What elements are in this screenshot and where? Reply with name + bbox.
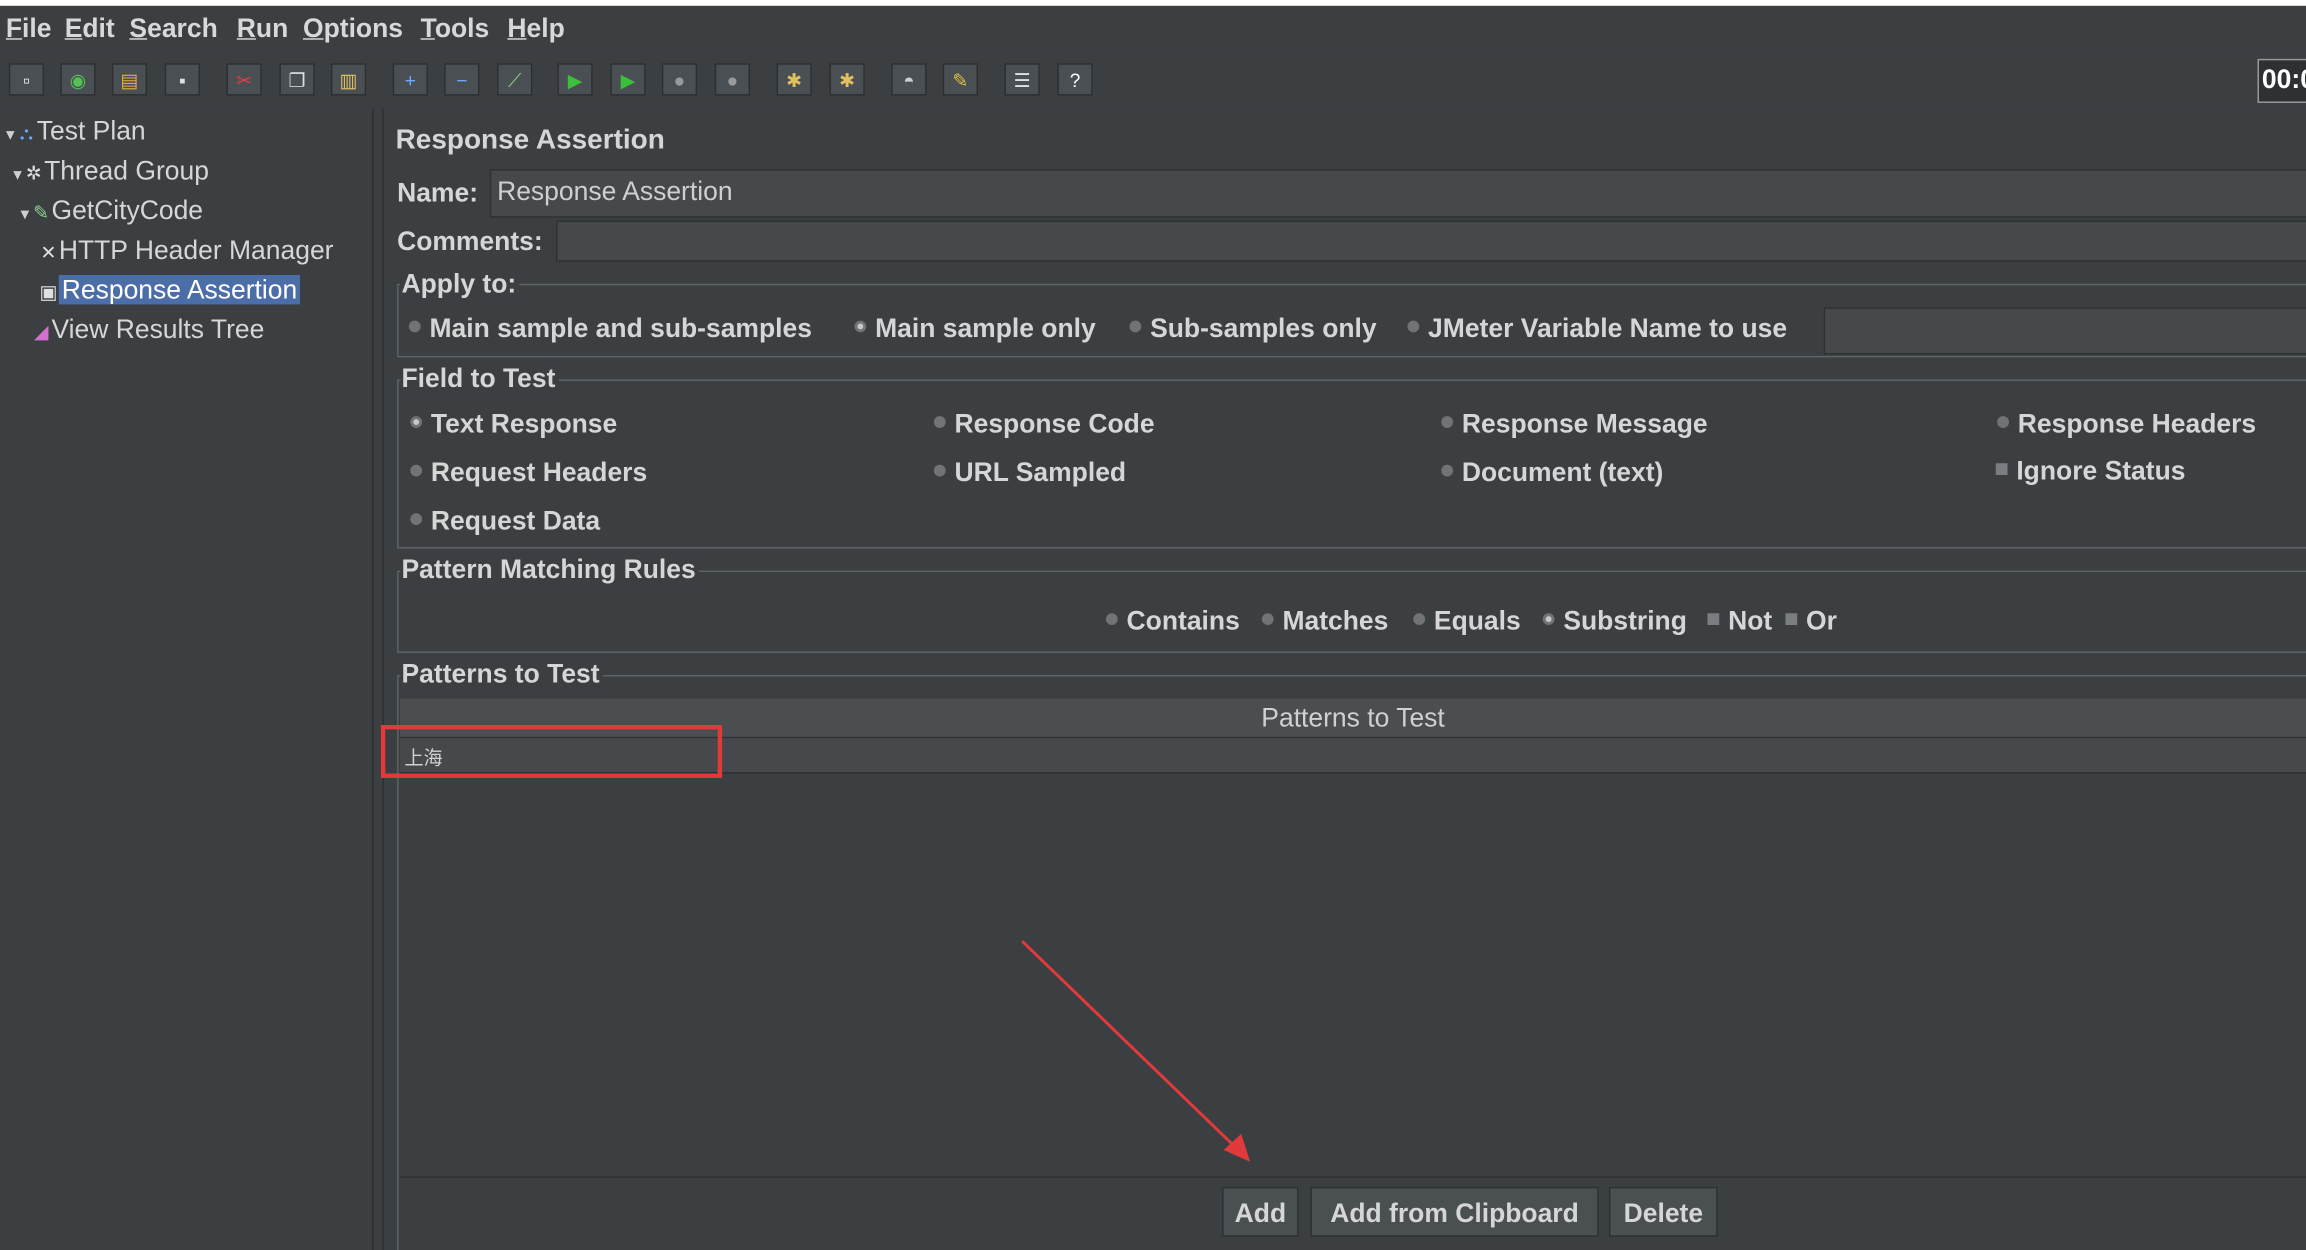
jmeter-window: File Edit Search Run Options Tools Help … xyxy=(0,0,2306,1250)
annotation-arrow-icon xyxy=(1021,940,1251,1162)
